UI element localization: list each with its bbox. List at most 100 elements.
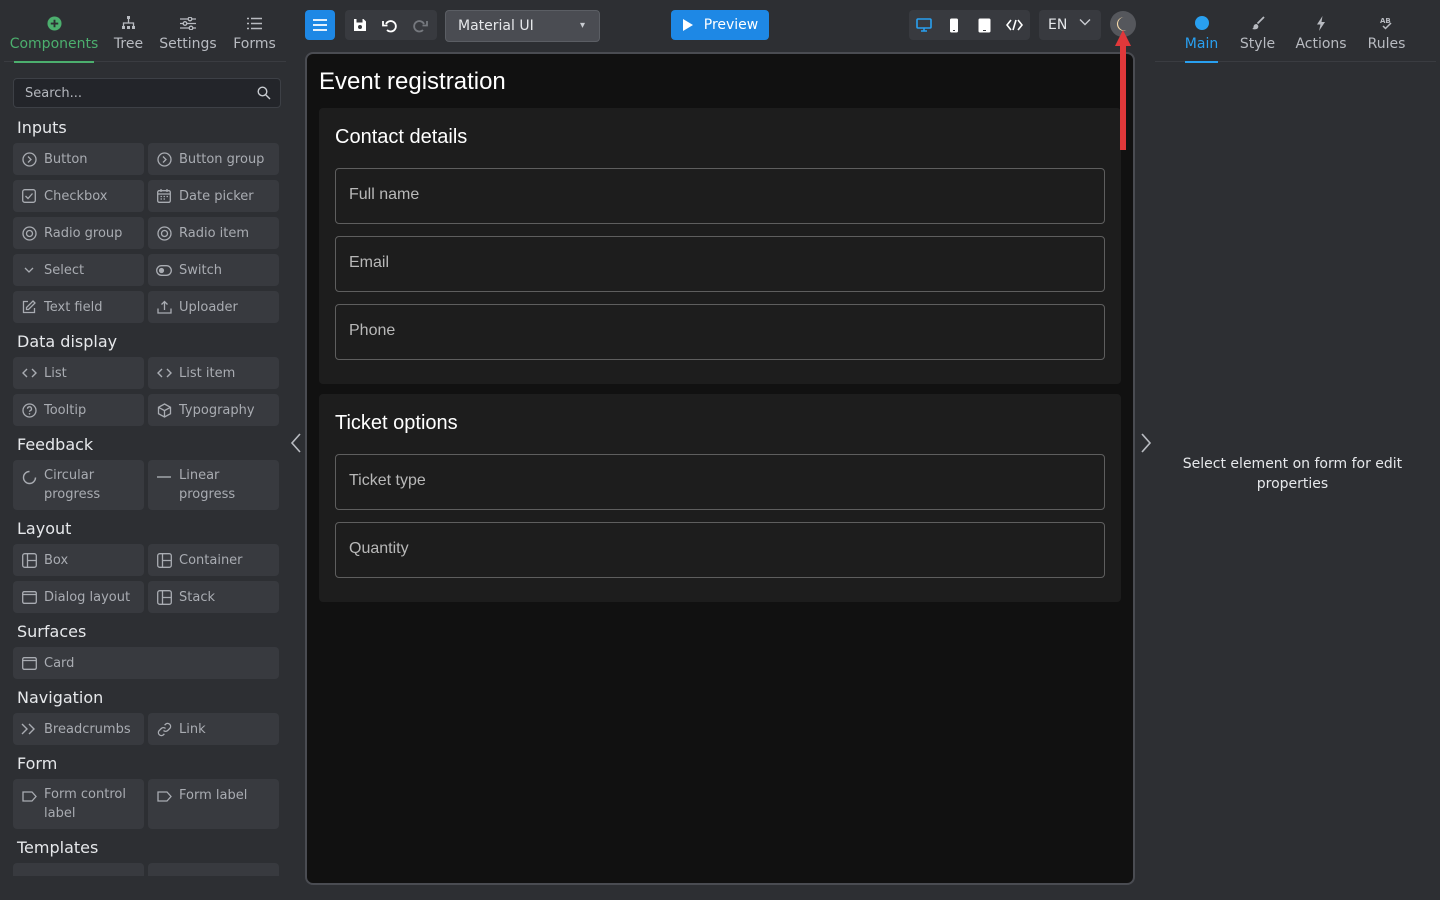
lightning-icon (1316, 14, 1326, 32)
tab-main[interactable]: Main (1184, 4, 1219, 63)
palette-item-checkbox[interactable]: Checkbox (13, 180, 144, 212)
collapse-left-panel-button[interactable] (289, 432, 303, 454)
form-title: Event registration (319, 68, 506, 95)
ticket-type-field[interactable]: Ticket type (335, 454, 1105, 510)
palette-item-switch[interactable]: Switch (148, 254, 279, 286)
code-icon (21, 365, 37, 381)
window-icon (21, 589, 37, 605)
tablet-view-button[interactable] (969, 10, 999, 40)
tab-components[interactable]: Components (4, 4, 104, 63)
button-icon (21, 151, 37, 167)
label-icon (156, 788, 172, 804)
palette-item-dialog-layout[interactable]: Dialog layout (13, 581, 144, 613)
palette-item-button[interactable]: Button (13, 143, 144, 175)
button-group-icon (156, 151, 172, 167)
palette-item-radio-item[interactable]: Radio item (148, 217, 279, 249)
section-title-data-display: Data display (17, 332, 118, 351)
palette-item-stack[interactable]: Stack (148, 581, 279, 613)
calendar-icon (156, 188, 172, 204)
palette-item-box[interactable]: Box (13, 544, 144, 576)
tab-actions[interactable]: Actions (1295, 4, 1347, 62)
section-title: Contact details (335, 126, 468, 148)
layout-icon (156, 552, 172, 568)
palette-item-tooltip[interactable]: Tooltip (13, 394, 144, 426)
palette-item-text-field[interactable]: Text field (13, 291, 144, 323)
radio-icon (156, 225, 172, 241)
search-input[interactable] (14, 79, 254, 107)
device-switcher (909, 10, 1030, 40)
palette-item-form-control-label[interactable]: Form control label (13, 779, 144, 829)
tab-label: Settings (159, 36, 217, 52)
undo-button[interactable] (375, 10, 405, 40)
collapse-right-panel-button[interactable] (1139, 432, 1153, 454)
palette-item-list[interactable]: List (13, 357, 144, 389)
mobile-icon (950, 18, 958, 32)
tab-forms[interactable]: Forms (223, 4, 286, 62)
redo-button[interactable] (405, 10, 435, 40)
tab-label: Style (1239, 36, 1276, 52)
palette-item-card[interactable]: Card (13, 647, 279, 679)
palette-item-circular-progress[interactable]: Circular progress (13, 460, 144, 510)
tablet-icon (978, 18, 990, 32)
play-icon (682, 19, 693, 31)
palette-item-date-picker[interactable]: Date picker (148, 180, 279, 212)
label-icon (21, 788, 37, 804)
palette-item-radio-group[interactable]: Radio group (13, 217, 144, 249)
empty-selection-hint: Select element on form for edit properti… (1182, 456, 1403, 492)
chevron-down-icon (21, 262, 37, 278)
language-select[interactable]: EN (1039, 10, 1101, 40)
palette-item-breadcrumbs[interactable]: Breadcrumbs (13, 713, 144, 745)
palette-item-form-label[interactable]: Form label (148, 779, 279, 829)
palette-item-select[interactable]: Select (13, 254, 144, 286)
palette-item-button-group[interactable]: Button group (148, 143, 279, 175)
chevron-down-icon (1079, 19, 1091, 26)
desktop-icon (916, 18, 932, 32)
palette-item-container[interactable]: Container (148, 544, 279, 576)
tab-tree[interactable]: Tree (104, 4, 153, 62)
tab-label: Rules (1367, 36, 1406, 52)
section-title-navigation: Navigation (17, 688, 104, 707)
quantity-field[interactable]: Quantity (335, 522, 1105, 578)
sliders-icon (180, 14, 196, 32)
tab-style[interactable]: Style (1239, 4, 1276, 62)
right-tab-bar: Main Style Actions AB Rules (1155, 4, 1436, 63)
save-button[interactable] (345, 10, 375, 40)
palette-item-linear-progress[interactable]: Linear progress (148, 460, 279, 510)
phone-field[interactable]: Phone (335, 304, 1105, 360)
ui-library-value: Material UI (458, 18, 534, 34)
palette-item-template[interactable] (148, 863, 279, 876)
help-circle-icon (21, 402, 37, 418)
palette-item-list-item[interactable]: List item (148, 357, 279, 389)
ui-library-select[interactable]: Material UI ▾ (445, 10, 600, 42)
preview-button[interactable]: Preview (671, 10, 769, 40)
switch-icon (156, 262, 172, 278)
tab-settings[interactable]: Settings (153, 4, 223, 62)
desktop-view-button[interactable] (909, 10, 939, 40)
palette-item-uploader[interactable]: Uploader (148, 291, 279, 323)
mobile-view-button[interactable] (939, 10, 969, 40)
cube-icon (156, 402, 172, 418)
tab-label: Tree (113, 36, 144, 52)
component-palette: Inputs Button Button group Checkbox Date… (13, 114, 281, 876)
email-field[interactable]: Email (335, 236, 1105, 292)
palette-item-typography[interactable]: Typography (148, 394, 279, 426)
preview-label: Preview (703, 17, 759, 33)
search-icon[interactable] (257, 86, 271, 104)
edit-icon (21, 299, 37, 315)
section-card-contact-details[interactable]: Contact details Full name Email Phone (319, 108, 1121, 384)
tab-label: Actions (1295, 36, 1347, 52)
menu-button[interactable] (305, 10, 335, 40)
upload-icon (156, 299, 172, 315)
section-card-ticket-options[interactable]: Ticket options Ticket type Quantity (319, 394, 1121, 602)
annotation-arrow (1115, 30, 1131, 150)
undo-icon (382, 19, 397, 32)
code-view-button[interactable] (999, 10, 1029, 40)
tab-rules[interactable]: AB Rules (1367, 4, 1406, 62)
form-canvas[interactable]: Event registration Contact details Full … (305, 52, 1135, 885)
tab-label: Main (1184, 36, 1219, 52)
palette-item-template[interactable] (13, 863, 144, 876)
section-title-surfaces: Surfaces (17, 622, 87, 641)
palette-item-link[interactable]: Link (148, 713, 279, 745)
section-title: Ticket options (335, 412, 458, 434)
full-name-field[interactable]: Full name (335, 168, 1105, 224)
